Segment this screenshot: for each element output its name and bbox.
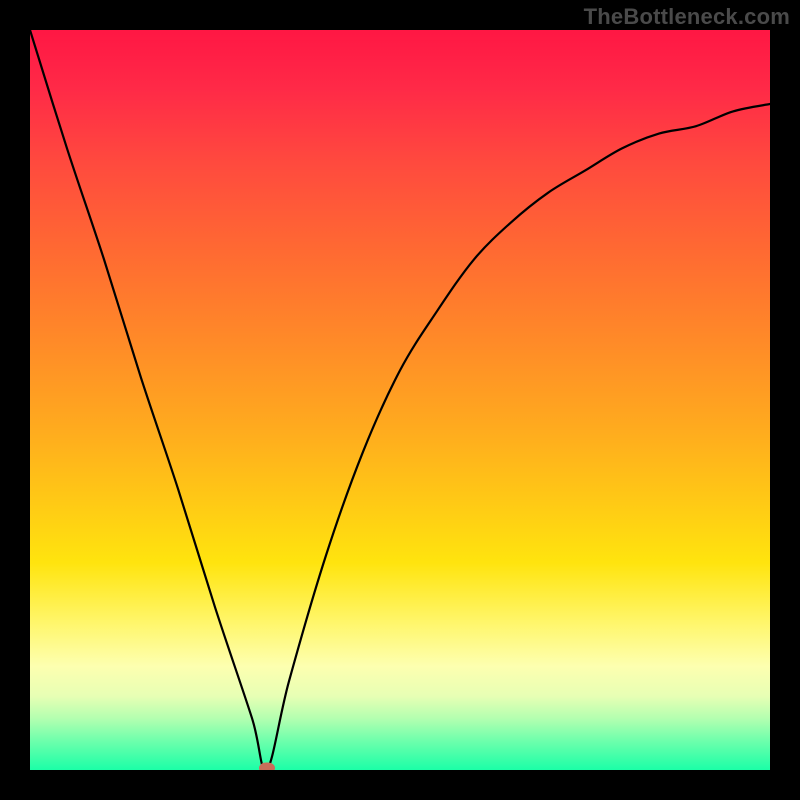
watermark-text: TheBottleneck.com xyxy=(584,4,790,30)
curve-svg xyxy=(30,30,770,770)
minimum-marker xyxy=(259,763,275,771)
bottleneck-curve xyxy=(30,30,770,770)
chart-frame: TheBottleneck.com xyxy=(0,0,800,800)
plot-area xyxy=(30,30,770,770)
